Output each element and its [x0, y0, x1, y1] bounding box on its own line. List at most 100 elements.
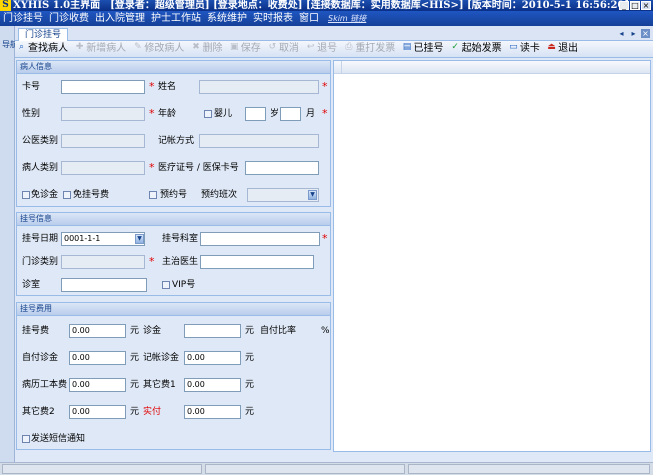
other-fee-1-input[interactable]: 0.00: [184, 378, 241, 392]
record-fee-label: 病历工本费: [22, 380, 68, 390]
vip-checkbox[interactable]: [162, 281, 170, 289]
delete-icon: ✖: [192, 41, 200, 52]
doctor-input[interactable]: [200, 255, 314, 269]
new-patient-button[interactable]: ✚ 新增病人: [73, 41, 128, 57]
self-ratio-label: 自付比率: [260, 326, 297, 336]
menu-system-maintenance[interactable]: 系统维护: [204, 11, 250, 26]
free-consult-checkbox[interactable]: [22, 191, 30, 199]
yuan-unit: 元: [245, 380, 255, 390]
other-fee-2-input[interactable]: 0.00: [69, 405, 126, 419]
billed-consult-label: 记帐诊金: [143, 353, 180, 363]
status-panel: [205, 464, 405, 474]
cancel-icon: ↺: [268, 41, 277, 52]
actual-paid-input[interactable]: 0.00: [184, 405, 241, 419]
registered-list-button[interactable]: ▤ 已挂号: [401, 41, 446, 57]
reg-fee-input[interactable]: 0.00: [69, 324, 126, 338]
year-unit-label: 岁: [270, 109, 280, 119]
calendar-dropdown-icon[interactable]: ▼: [135, 234, 144, 244]
grid-row-indicator-column: [334, 61, 342, 74]
patient-info-header: 病人信息: [17, 61, 330, 74]
infant-checkbox[interactable]: [204, 110, 212, 118]
sms-notify-checkbox[interactable]: [22, 435, 30, 443]
registered-patients-grid[interactable]: [333, 60, 651, 452]
registration-info-header: 挂号信息: [17, 213, 330, 226]
free-reg-fee-label: 免挂号费: [73, 190, 110, 200]
reg-date-label: 挂号日期: [22, 234, 59, 244]
save-icon: ▣: [229, 41, 239, 52]
free-reg-fee-checkbox[interactable]: [63, 191, 71, 199]
clinic-type-input[interactable]: [61, 255, 145, 269]
registration-form: 病人信息 卡号 * 姓名 * 性别 * 年龄 婴儿 岁 月 * 公医类别 记帐方…: [16, 58, 331, 450]
yuan-unit: 元: [245, 353, 255, 363]
reg-date-input[interactable]: 0001-1-1: [61, 232, 145, 246]
maximize-button[interactable]: □: [630, 1, 640, 10]
start-invoice-button[interactable]: ✓ 起始发票: [449, 41, 504, 57]
yuan-unit: 元: [130, 380, 140, 390]
name-input[interactable]: [199, 80, 319, 94]
side-tab-label: 导航菜单: [2, 40, 34, 49]
skin-link[interactable]: Skim 链接: [328, 14, 366, 23]
patient-type-input[interactable]: [61, 161, 145, 175]
required-marker: *: [149, 161, 155, 174]
status-panel: [2, 464, 202, 474]
return-number-button[interactable]: ↩ 退号: [304, 41, 339, 57]
medical-type-input[interactable]: [61, 134, 145, 148]
record-fee-input[interactable]: 0.00: [69, 378, 126, 392]
menu-bar: 门诊挂号 门诊收费 出入院管理 护士工作站 系统维护 实时报表 窗口 Skim 链接: [0, 11, 653, 26]
delete-button[interactable]: ✖ 删除: [190, 41, 225, 57]
room-input[interactable]: [61, 278, 147, 292]
find-patient-button[interactable]: ⌕ 查找病人: [15, 41, 70, 57]
edit-icon: ✎: [134, 41, 142, 52]
insurance-input[interactable]: [245, 161, 319, 175]
yuan-unit: 元: [245, 407, 255, 417]
edit-patient-button[interactable]: ✎ 修改病人: [131, 41, 186, 57]
consult-input[interactable]: [184, 324, 241, 338]
age-month-input[interactable]: [280, 107, 301, 121]
vip-label: VIP号: [172, 280, 196, 290]
tab-close-icon[interactable]: ×: [641, 29, 650, 38]
patient-type-label: 病人类别: [22, 163, 59, 173]
menu-window[interactable]: 窗口: [296, 11, 322, 26]
invoice-icon: ✓: [451, 41, 459, 52]
menu-admission-discharge[interactable]: 出入院管理: [92, 11, 148, 26]
save-button[interactable]: ▣ 保存: [228, 41, 263, 57]
sex-input[interactable]: [61, 107, 145, 121]
required-marker: *: [149, 80, 155, 93]
appointment-checkbox[interactable]: [149, 191, 157, 199]
read-card-button[interactable]: ▭ 读卡: [507, 41, 542, 57]
age-year-input[interactable]: [245, 107, 266, 121]
consult-label: 诊金: [143, 326, 162, 336]
toolbar: ⌕ 查找病人 ✚ 新增病人 ✎ 修改病人 ✖ 删除 ▣ 保存 ↺ 取消 ↩ 退号 ⎙ 重打发票 …: [15, 41, 653, 58]
cancel-button[interactable]: ↺ 取消: [266, 41, 301, 57]
required-marker: *: [149, 107, 155, 120]
title-bar: S XYHIS 1.0主界面 [登录者：超级管理员] [登录地点：收费处] [连接…: [0, 0, 653, 11]
status-panel: [408, 464, 650, 474]
free-consult-label: 免诊金: [31, 190, 59, 200]
tab-scroll-right-icon[interactable]: ▸: [629, 29, 638, 38]
billing-input[interactable]: [199, 134, 319, 148]
billed-consult-input[interactable]: 0.00: [184, 351, 241, 365]
other-fee-2-label: 其它费2: [22, 407, 55, 417]
tab-scroll-left-icon[interactable]: ◂: [617, 29, 626, 38]
card-no-input[interactable]: [61, 80, 145, 94]
yuan-unit: 元: [130, 326, 140, 336]
menu-realtime-reports[interactable]: 实时报表: [250, 11, 296, 26]
document-tab-strip: 门诊挂号 ◂ ▸ ×: [15, 26, 653, 41]
menu-nurse-station[interactable]: 护士工作站: [148, 11, 204, 26]
close-button[interactable]: ×: [641, 1, 651, 10]
exit-button[interactable]: ⏏ 退出: [545, 41, 580, 57]
reprint-invoice-button[interactable]: ⎙ 重打发票: [342, 41, 397, 57]
card-no-label: 卡号: [22, 82, 41, 92]
exit-icon: ⏏: [547, 41, 556, 52]
side-navigation-tab[interactable]: 导航菜单: [0, 26, 34, 475]
chevron-down-icon[interactable]: ▼: [308, 190, 317, 200]
tab-outpatient-registration[interactable]: 门诊挂号: [18, 28, 69, 41]
menu-outpatient-registration[interactable]: 门诊挂号: [0, 11, 46, 26]
menu-outpatient-charge[interactable]: 门诊收费: [46, 11, 92, 26]
room-label: 诊室: [22, 280, 41, 290]
list-icon: ▤: [402, 41, 412, 52]
reg-dept-input[interactable]: [200, 232, 320, 246]
percent-unit: %: [321, 326, 330, 336]
self-consult-input[interactable]: 0.00: [69, 351, 126, 365]
minimize-button[interactable]: _: [619, 1, 629, 10]
